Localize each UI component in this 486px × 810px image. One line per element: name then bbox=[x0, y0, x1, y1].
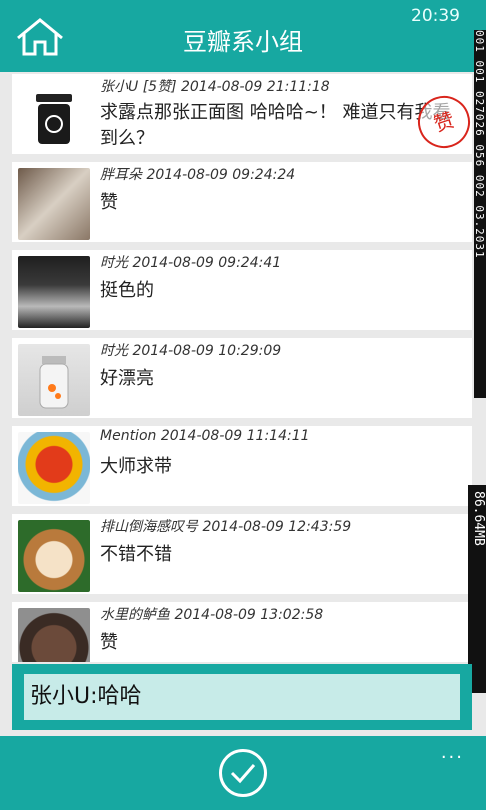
comment-text: 好漂亮 bbox=[100, 368, 154, 389]
flower-avatar bbox=[18, 432, 90, 504]
jar-avatar bbox=[18, 344, 90, 416]
dog-avatar bbox=[18, 520, 90, 592]
status-clock: 20:39 bbox=[411, 6, 460, 26]
comment-meta: 胖耳朵 2014-08-09 09:24:24 bbox=[100, 167, 296, 183]
list-item[interactable]: 时光 2014-08-09 09:24:41 挺色的 bbox=[12, 250, 472, 330]
cat-avatar bbox=[18, 168, 90, 240]
comment-text: 不错不错 bbox=[100, 544, 172, 565]
memory-counter: 86.64MB bbox=[468, 485, 486, 693]
debug-counter-strip: 001 001 027026 056 002 03.2031 bbox=[473, 30, 486, 398]
comment-text: 赞 bbox=[100, 192, 118, 213]
recycle-bin-avatar bbox=[18, 80, 90, 152]
comment-meta: 时光 2014-08-09 10:29:09 bbox=[100, 343, 282, 359]
list-item[interactable]: 水里的鲈鱼 2014-08-09 13:02:58 赞 bbox=[12, 602, 472, 662]
comment-meta: 张小U [5赞] 2014-08-09 21:11:18 bbox=[100, 79, 330, 95]
header-bar: 豆瓣系小组 20:39 bbox=[0, 0, 486, 72]
list-item[interactable]: 胖耳朵 2014-08-09 09:24:24 赞 bbox=[12, 162, 472, 242]
comment-input[interactable] bbox=[24, 674, 460, 720]
list-item[interactable]: 张小U [5赞] 2014-08-09 21:11:18 求露点那张正面图 哈哈… bbox=[12, 74, 472, 155]
comment-text: 大师求带 bbox=[100, 456, 172, 477]
man-avatar bbox=[18, 608, 90, 662]
comment-text: 求露点那张正面图 哈哈哈~！ 难道只有我看到么？ bbox=[100, 102, 451, 149]
send-button[interactable] bbox=[219, 749, 267, 797]
list-item[interactable]: Mention 2014-08-09 11:14:11 大师求带 bbox=[12, 426, 472, 506]
comment-text: 赞 bbox=[100, 632, 118, 653]
compose-bar bbox=[12, 664, 472, 730]
list-item[interactable]: 时光 2014-08-09 10:29:09 好漂亮 bbox=[12, 338, 472, 418]
list-item[interactable]: 排山倒海感叹号 2014-08-09 12:43:59 不错不错 bbox=[12, 514, 472, 594]
comment-text: 挺色的 bbox=[100, 280, 154, 301]
comment-meta: Mention 2014-08-09 11:14:11 bbox=[100, 428, 310, 444]
app-bar: ... bbox=[0, 736, 486, 810]
page-title: 豆瓣系小组 bbox=[183, 28, 303, 56]
comment-meta: 时光 2014-08-09 09:24:41 bbox=[100, 255, 282, 271]
check-icon bbox=[230, 764, 256, 784]
comment-meta: 水里的鲈鱼 2014-08-09 13:02:58 bbox=[100, 607, 324, 623]
tea-avatar bbox=[18, 256, 90, 328]
more-button[interactable]: ... bbox=[441, 742, 464, 763]
comment-meta: 排山倒海感叹号 2014-08-09 12:43:59 bbox=[100, 519, 352, 535]
comment-list[interactable]: 张小U [5赞] 2014-08-09 21:11:18 求露点那张正面图 哈哈… bbox=[12, 74, 472, 662]
